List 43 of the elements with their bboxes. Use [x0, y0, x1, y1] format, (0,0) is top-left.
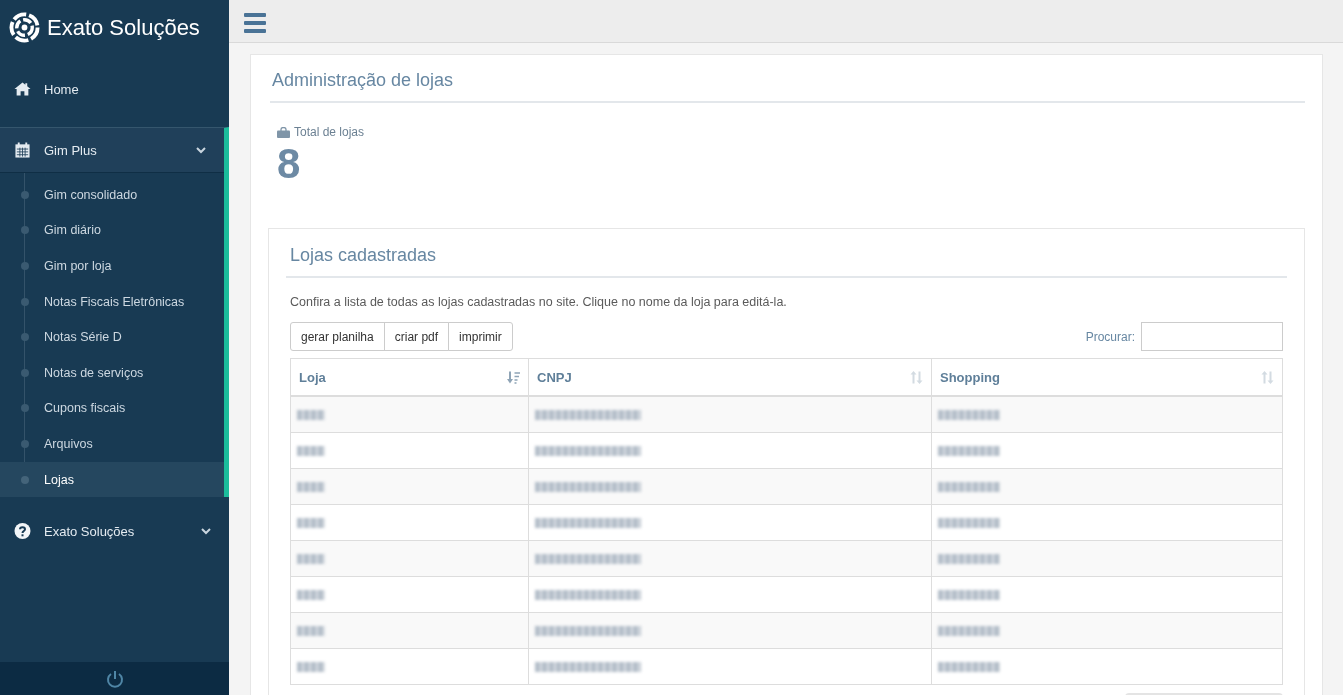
- pdf-button[interactable]: criar pdf: [383, 322, 450, 351]
- brand-name: Exato Soluções: [47, 14, 200, 41]
- search-label: Procurar:: [1085, 329, 1135, 344]
- card-title: Lojas cadastradas: [286, 229, 1287, 278]
- menu-icon: [244, 12, 266, 33]
- nav-group-item[interactable]: Gim Plus: [0, 128, 224, 173]
- search-field[interactable]: [1141, 322, 1283, 351]
- chevron-down-icon: [201, 527, 211, 535]
- power-icon: [105, 669, 124, 688]
- nav-subitem[interactable]: Notas de serviços: [0, 354, 224, 391]
- power-button[interactable]: [105, 669, 124, 688]
- card-description: Confira a lista de todas as lojas cadastradas no site. Clique no nome da loja para editá-la.: [290, 295, 788, 309]
- shopping-bag-icon: [277, 126, 290, 138]
- bullet-dot-icon: [21, 226, 29, 235]
- spreadsheet-button[interactable]: gerar planilha: [290, 322, 385, 351]
- nav-subitem[interactable]: Notas Série D: [0, 319, 224, 355]
- nav-subitem[interactable]: Gim diário: [0, 212, 224, 249]
- bullet-dot-icon: [21, 368, 29, 377]
- chevron-down-icon: [196, 146, 206, 154]
- bullet-dot-icon: [21, 333, 29, 342]
- bullet-dot-icon: [21, 262, 29, 270]
- bullet-dot-icon: [21, 190, 29, 199]
- nav-subitem[interactable]: Notas Fiscais Eletrônicas: [0, 283, 224, 320]
- bullet-dot-icon: [21, 475, 29, 484]
- print-button[interactable]: imprimir: [448, 322, 513, 351]
- bullet-dot-icon: [21, 404, 29, 413]
- rings-logo-icon: [9, 12, 40, 43]
- stat-value: 8: [277, 142, 302, 186]
- calendar-icon: [14, 142, 31, 158]
- nav-subitem[interactable]: Gim por loja: [0, 248, 224, 284]
- nav-subitem[interactable]: Arquivos: [0, 426, 224, 462]
- bullet-dot-icon: [21, 297, 29, 306]
- bullet-dot-icon: [21, 439, 29, 448]
- nav-subitem[interactable]: Lojas: [0, 461, 224, 498]
- nav-item[interactable]: Home: [0, 71, 229, 107]
- page-title: Administração de lojas: [270, 55, 1305, 103]
- nav-group-item[interactable]: Exato Soluções: [0, 513, 224, 550]
- home-icon: [14, 81, 31, 97]
- nav-subitem[interactable]: Gim consolidado: [0, 177, 224, 213]
- menu-button[interactable]: [244, 12, 266, 33]
- stat-label: Total de lojas: [294, 125, 365, 139]
- help-icon: [14, 523, 31, 540]
- nav-subitem[interactable]: Cupons fiscais: [0, 390, 224, 427]
